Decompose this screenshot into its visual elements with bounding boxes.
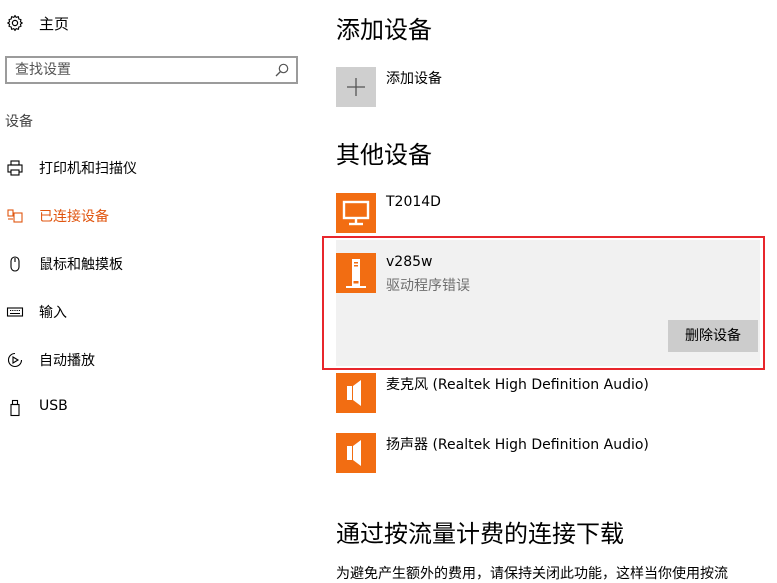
printer-icon bbox=[7, 160, 23, 176]
mouse-icon bbox=[10, 256, 20, 272]
other-section-title: 其他设备 bbox=[336, 141, 432, 169]
device-name: 扬声器 (Realtek High Definition Audio) bbox=[386, 437, 649, 453]
keyboard-icon bbox=[6, 307, 24, 317]
sidebar-item-connected-devices[interactable]: 已连接设备 bbox=[0, 198, 300, 234]
metered-section-title: 通过按流量计费的连接下载 bbox=[336, 520, 624, 548]
add-device-label[interactable]: 添加设备 bbox=[386, 68, 442, 88]
sidebar-item-label: 输入 bbox=[39, 305, 67, 321]
device-name: v285w bbox=[386, 254, 433, 270]
device-tile bbox=[336, 253, 376, 293]
sidebar-item-label: 已连接设备 bbox=[39, 209, 109, 225]
sidebar-item-label: 鼠标和触摸板 bbox=[39, 257, 123, 273]
search-input[interactable] bbox=[7, 58, 275, 82]
device-tile bbox=[336, 193, 376, 233]
home-label: 主页 bbox=[39, 15, 70, 33]
remove-device-button[interactable]: 删除设备 bbox=[668, 320, 758, 352]
gear-icon bbox=[7, 14, 23, 32]
speaker-icon bbox=[347, 380, 361, 406]
metered-description: 为避免产生额外的费用，请保持关闭此功能，这样当你使用按流 bbox=[336, 566, 728, 582]
sidebar: 主页 设备 打印机和扫描仪 已连接设备 鼠标和触摸板 bbox=[0, 0, 310, 580]
device-item-t2014d[interactable]: T2014D bbox=[336, 193, 766, 241]
search-icon[interactable] bbox=[274, 62, 290, 78]
device-item-microphone[interactable]: 麦克风 (Realtek High Definition Audio) bbox=[336, 373, 766, 421]
usb-icon bbox=[10, 399, 20, 417]
usb-drive-icon bbox=[346, 259, 366, 288]
sidebar-item-label: 自动播放 bbox=[39, 353, 95, 369]
autoplay-icon bbox=[7, 352, 23, 368]
add-section-title: 添加设备 bbox=[336, 16, 432, 44]
device-name: T2014D bbox=[386, 194, 441, 210]
plus-icon bbox=[347, 78, 365, 96]
device-item-v285w[interactable]: v285w 驱动程序错误 bbox=[336, 253, 766, 301]
search-box[interactable] bbox=[5, 56, 298, 84]
add-device-button[interactable] bbox=[336, 67, 376, 107]
device-tile bbox=[336, 373, 376, 413]
connected-devices-icon bbox=[7, 209, 23, 223]
sidebar-item-input[interactable]: 输入 bbox=[0, 294, 300, 330]
speaker-icon bbox=[347, 440, 361, 466]
sidebar-item-autoplay[interactable]: 自动播放 bbox=[0, 342, 300, 378]
device-status: 驱动程序错误 bbox=[386, 278, 470, 294]
sidebar-item-label: USB bbox=[39, 398, 68, 414]
main-content: 添加设备 添加设备 其他设备 T2014D v285w 驱动程序错误 麦克风 (… bbox=[336, 0, 777, 582]
monitor-icon bbox=[342, 200, 370, 226]
device-name: 麦克风 (Realtek High Definition Audio) bbox=[386, 377, 649, 393]
device-item-speaker[interactable]: 扬声器 (Realtek High Definition Audio) bbox=[336, 433, 766, 481]
section-label-devices: 设备 bbox=[5, 114, 33, 130]
sidebar-item-label: 打印机和扫描仪 bbox=[39, 161, 137, 177]
device-tile bbox=[336, 433, 376, 473]
sidebar-item-mouse[interactable]: 鼠标和触摸板 bbox=[0, 246, 300, 282]
sidebar-item-printers[interactable]: 打印机和扫描仪 bbox=[0, 150, 300, 186]
home-nav-item[interactable]: 主页 bbox=[0, 6, 300, 40]
sidebar-item-usb[interactable]: USB bbox=[0, 390, 300, 426]
